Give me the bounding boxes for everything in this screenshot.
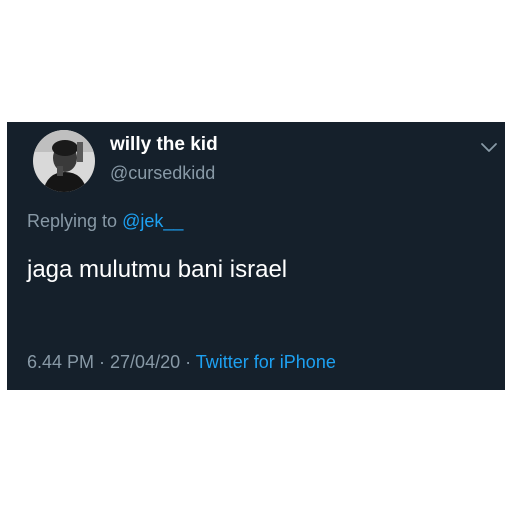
replying-to-label: Replying to xyxy=(27,211,123,231)
replying-to-line: Replying to @jek__ xyxy=(27,211,183,232)
user-handle[interactable]: @cursedkidd xyxy=(110,163,215,184)
avatar[interactable] xyxy=(33,130,95,192)
tweet-card: willy the kid @cursedkidd Replying to @j… xyxy=(7,122,505,390)
source-link[interactable]: Twitter for iPhone xyxy=(196,352,336,372)
display-name[interactable]: willy the kid xyxy=(110,134,218,156)
profile-photo xyxy=(33,130,95,192)
chevron-down-icon[interactable] xyxy=(479,140,499,154)
mention-link[interactable]: @jek__ xyxy=(122,211,183,231)
timestamp[interactable]: 6.44 PM · 27/04/20 · xyxy=(27,352,196,372)
tweet-text: jaga mulutmu bani israel xyxy=(27,256,288,283)
tweet-metadata: 6.44 PM · 27/04/20 · Twitter for iPhone xyxy=(27,352,336,373)
